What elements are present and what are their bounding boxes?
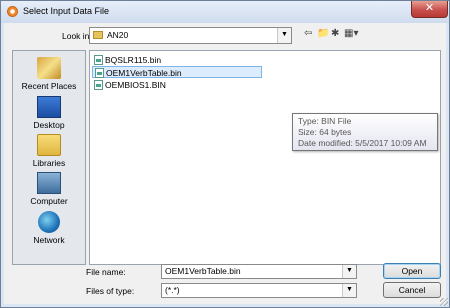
file-name: OEM1VerbTable.bin <box>106 68 182 78</box>
look-in-value: AN20 <box>107 30 129 40</box>
back-icon[interactable]: ⇦ <box>304 28 312 42</box>
bin-file-icon <box>94 55 103 65</box>
chevron-down-icon[interactable]: ▼ <box>342 265 356 278</box>
file-name: BQSLR115.bin <box>105 55 162 65</box>
computer-icon <box>37 172 61 194</box>
window-title: Select Input Data File <box>23 6 110 16</box>
file-dialog: Select Input Data File ✕ Look in: AN20 ▼… <box>0 0 450 308</box>
list-item[interactable]: OEMBIOS1.BIN <box>92 79 170 91</box>
file-name-field[interactable]: OEM1VerbTable.bin ▼ <box>161 264 357 279</box>
place-computer[interactable]: Computer <box>13 172 85 206</box>
title-bar[interactable]: Select Input Data File ✕ <box>1 1 449 23</box>
desktop-icon <box>37 96 61 118</box>
new-folder-icon[interactable]: ✱ <box>331 28 339 42</box>
look-in-combobox[interactable]: AN20 ▼ <box>89 27 292 44</box>
file-name-value: OEM1VerbTable.bin <box>165 266 241 276</box>
list-item[interactable]: BQSLR115.bin <box>92 54 165 66</box>
place-label: Recent Places <box>21 81 77 91</box>
chevron-down-icon[interactable]: ▼ <box>342 284 356 297</box>
up-folder-icon[interactable]: 📁 <box>317 28 329 42</box>
place-desktop[interactable]: Desktop <box>13 96 85 130</box>
file-info-tooltip: Type: BIN File Size: 64 bytes Date modif… <box>292 113 438 151</box>
bin-file-icon <box>94 80 103 90</box>
libraries-icon <box>37 134 61 156</box>
open-button[interactable]: Open <box>383 263 441 279</box>
file-name-label: File name: <box>86 267 126 277</box>
folder-icon <box>93 31 103 39</box>
place-libraries[interactable]: Libraries <box>13 134 85 168</box>
tooltip-type: Type: BIN File <box>298 116 352 126</box>
dialog-body: Look in: AN20 ▼ ⇦ 📁 ✱ ▦▾ Recent Places D… <box>4 23 446 304</box>
place-label: Computer <box>30 196 68 206</box>
file-name: OEMBIOS1.BIN <box>105 80 166 90</box>
recent-places-icon <box>37 57 61 79</box>
resize-grip[interactable] <box>440 298 448 306</box>
look-in-label: Look in: <box>62 31 92 41</box>
tooltip-modified: Date modified: 5/5/2017 10:09 AM <box>298 138 427 148</box>
close-button[interactable]: ✕ <box>411 1 448 18</box>
file-list[interactable]: BQSLR115.bin OEM1VerbTable.bin OEMBIOS1.… <box>89 50 441 265</box>
place-recent-places[interactable]: Recent Places <box>13 57 85 91</box>
chevron-down-icon[interactable]: ▼ <box>277 28 291 43</box>
place-label: Network <box>33 235 65 245</box>
place-label: Desktop <box>33 120 65 130</box>
app-icon <box>7 6 18 17</box>
tooltip-size: Size: 64 bytes <box>298 127 352 137</box>
place-label: Libraries <box>32 158 66 168</box>
place-network[interactable]: Network <box>13 211 85 245</box>
network-icon <box>38 211 60 233</box>
cancel-button[interactable]: Cancel <box>383 282 441 298</box>
file-type-value: (*.*) <box>165 285 180 295</box>
view-menu-icon[interactable]: ▦▾ <box>344 28 358 42</box>
places-bar: Recent Places Desktop Libraries Computer… <box>12 50 86 265</box>
file-type-select[interactable]: (*.*) ▼ <box>161 283 357 298</box>
bin-file-icon <box>95 68 104 78</box>
file-type-label: Files of type: <box>86 286 135 296</box>
list-item-selected[interactable]: OEM1VerbTable.bin <box>92 66 262 78</box>
